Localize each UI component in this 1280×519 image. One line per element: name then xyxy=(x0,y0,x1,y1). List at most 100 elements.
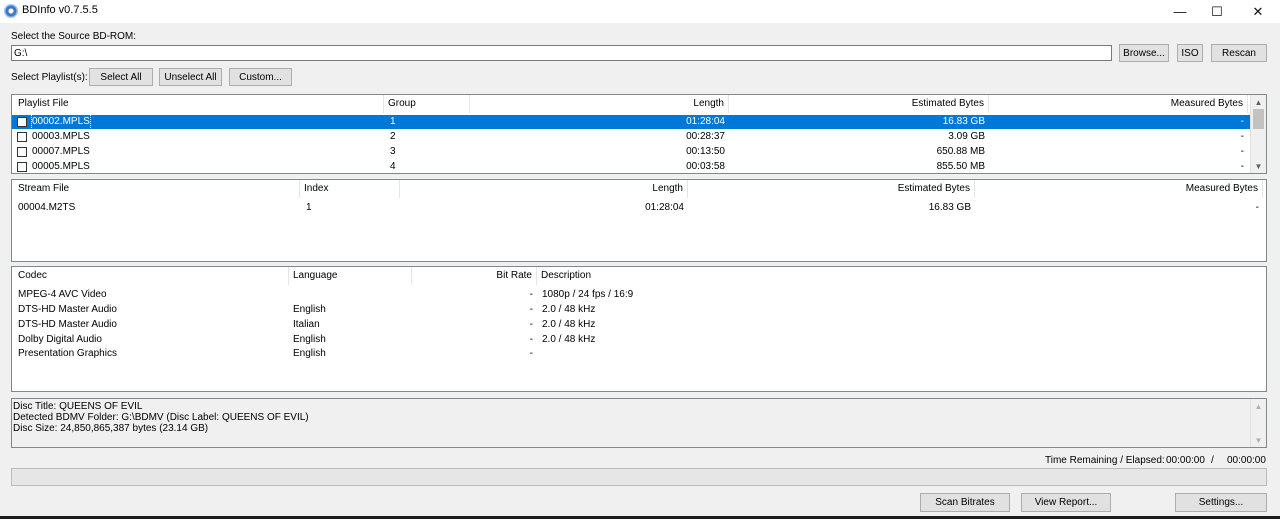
col-description[interactable]: Description xyxy=(537,267,837,285)
time-remaining-label: Time Remaining / Elapsed: xyxy=(1045,455,1165,466)
close-button[interactable]: ✕ xyxy=(1238,0,1278,23)
time-remaining-value: 00:00:00 xyxy=(1166,455,1205,466)
codec-description: 1080p / 24 fps / 16:9 xyxy=(542,289,634,300)
scroll-up-icon[interactable]: ▲ xyxy=(1251,399,1266,413)
disc-info-textarea[interactable]: Disc Title: QUEENS OF EVIL Detected BDMV… xyxy=(11,398,1267,448)
codec-name: MPEG-4 AVC Video xyxy=(18,289,107,300)
playlist-row[interactable]: 00005.MPLS 4 00:03:58 855.50 MB - xyxy=(12,160,1250,173)
codec-bitrate: - xyxy=(529,319,533,330)
info-scrollbar[interactable]: ▲ ▼ xyxy=(1250,399,1266,447)
custom-button[interactable]: Custom... xyxy=(229,68,292,86)
col-length[interactable]: Length xyxy=(470,95,729,113)
playlist-group: 4 xyxy=(390,161,396,172)
stream-index: 1 xyxy=(306,202,312,213)
codec-language: Italian xyxy=(293,319,320,330)
codec-row[interactable]: Presentation Graphics English - xyxy=(12,347,1266,361)
col-group[interactable]: Group xyxy=(384,95,470,113)
playlist-length: 00:03:58 xyxy=(686,161,725,172)
col-stream-measured[interactable]: Measured Bytes xyxy=(975,180,1263,198)
playlist-group: 2 xyxy=(390,131,396,142)
stream-file: 00004.M2TS xyxy=(18,202,76,213)
playlist-length: 00:13:50 xyxy=(686,146,725,157)
codec-bitrate: - xyxy=(529,304,533,315)
codec-name: Dolby Digital Audio xyxy=(18,334,102,345)
playlist-table: Playlist File Group Length Estimated Byt… xyxy=(11,94,1267,174)
col-bit-rate[interactable]: Bit Rate xyxy=(412,267,537,285)
playlist-scrollbar[interactable]: ▲ ▼ xyxy=(1250,95,1266,173)
scan-bitrates-button[interactable]: Scan Bitrates xyxy=(920,493,1010,512)
codec-name: DTS-HD Master Audio xyxy=(18,319,117,330)
stream-estimated: 16.83 GB xyxy=(928,202,971,213)
stream-measured: - xyxy=(1255,202,1259,213)
playlist-row[interactable]: 00007.MPLS 3 00:13:50 650.88 MB - xyxy=(12,145,1250,159)
codec-row[interactable]: Dolby Digital Audio English - 2.0 / 48 k… xyxy=(12,333,1266,347)
playlist-group: 1 xyxy=(390,116,396,127)
app-disc-icon xyxy=(4,4,18,18)
stream-row[interactable]: 00004.M2TS 1 01:28:04 16.83 GB - xyxy=(12,201,1266,215)
playlist-measured: - xyxy=(1240,116,1244,127)
iso-button[interactable]: ISO xyxy=(1177,44,1203,62)
codec-description: 2.0 / 48 kHz xyxy=(542,304,596,315)
window-title: BDInfo v0.7.5.5 xyxy=(22,4,98,16)
scroll-down-icon[interactable]: ▼ xyxy=(1251,159,1266,173)
codec-language: English xyxy=(293,334,326,345)
playlist-file: 00002.MPLS xyxy=(31,114,91,130)
rescan-button[interactable]: Rescan xyxy=(1211,44,1267,62)
stream-length: 01:28:04 xyxy=(645,202,684,213)
col-estimated-bytes[interactable]: Estimated Bytes xyxy=(729,95,989,113)
view-report-button[interactable]: View Report... xyxy=(1021,493,1111,512)
playlist-measured: - xyxy=(1240,131,1244,142)
playlist-estimated: 650.88 MB xyxy=(936,146,985,157)
col-stream-estimated[interactable]: Estimated Bytes xyxy=(688,180,975,198)
playlist-file: 00003.MPLS xyxy=(32,131,90,142)
codec-table: Codec Language Bit Rate Description MPEG… xyxy=(11,266,1267,392)
playlist-estimated: 3.09 GB xyxy=(948,131,985,142)
disc-size-line: Disc Size: 24,850,865,387 bytes (23.14 G… xyxy=(13,423,209,434)
playlist-file: 00007.MPLS xyxy=(32,146,90,157)
col-stream-length[interactable]: Length xyxy=(400,180,688,198)
scan-progress-bar xyxy=(11,468,1267,486)
select-all-button[interactable]: Select All xyxy=(89,68,153,86)
codec-name: DTS-HD Master Audio xyxy=(18,304,117,315)
col-index[interactable]: Index xyxy=(300,180,400,198)
codec-row[interactable]: DTS-HD Master Audio Italian - 2.0 / 48 k… xyxy=(12,318,1266,332)
minimize-button[interactable]: — xyxy=(1160,0,1200,23)
codec-description: 2.0 / 48 kHz xyxy=(542,334,596,345)
playlist-length: 00:28:37 xyxy=(686,131,725,142)
codec-row[interactable]: MPEG-4 AVC Video - 1080p / 24 fps / 16:9 xyxy=(12,288,1266,302)
browse-button[interactable]: Browse... xyxy=(1119,44,1169,62)
time-elapsed-value: 00:00:00 xyxy=(1227,455,1266,466)
scrollbar-thumb[interactable] xyxy=(1253,109,1264,129)
col-language[interactable]: Language xyxy=(289,267,412,285)
maximize-button[interactable]: ☐ xyxy=(1197,0,1237,23)
source-label: Select the Source BD-ROM: xyxy=(11,31,137,42)
playlist-checkbox[interactable] xyxy=(17,117,27,127)
codec-description: 2.0 / 48 kHz xyxy=(542,319,596,330)
scroll-up-icon[interactable]: ▲ xyxy=(1251,95,1266,109)
col-playlist-file[interactable]: Playlist File xyxy=(14,95,384,113)
source-path-input[interactable] xyxy=(11,45,1112,61)
col-codec[interactable]: Codec xyxy=(14,267,289,285)
playlist-estimated: 855.50 MB xyxy=(936,161,985,172)
playlist-checkbox[interactable] xyxy=(17,132,27,142)
settings-button[interactable]: Settings... xyxy=(1175,493,1267,512)
playlist-checkbox[interactable] xyxy=(17,162,27,172)
playlist-row[interactable]: 00003.MPLS 2 00:28:37 3.09 GB - xyxy=(12,130,1250,144)
codec-language: English xyxy=(293,348,326,359)
playlist-measured: - xyxy=(1240,146,1244,157)
playlist-checkbox[interactable] xyxy=(17,147,27,157)
scroll-down-icon[interactable]: ▼ xyxy=(1251,433,1266,447)
time-separator: / xyxy=(1211,455,1214,466)
unselect-all-button[interactable]: Unselect All xyxy=(159,68,222,86)
playlist-file: 00005.MPLS xyxy=(32,161,90,172)
playlist-row[interactable]: 00002.MPLS 1 01:28:04 16.83 GB - xyxy=(12,114,1250,130)
codec-bitrate: - xyxy=(529,334,533,345)
playlist-measured: - xyxy=(1240,161,1244,172)
col-measured-bytes[interactable]: Measured Bytes xyxy=(989,95,1248,113)
codec-bitrate: - xyxy=(529,289,533,300)
col-stream-file[interactable]: Stream File xyxy=(14,180,300,198)
bdmv-folder-line: Detected BDMV Folder: G:\BDMV (Disc Labe… xyxy=(13,412,309,423)
playlist-group: 3 xyxy=(390,146,396,157)
codec-row[interactable]: DTS-HD Master Audio English - 2.0 / 48 k… xyxy=(12,303,1266,317)
title-bar: BDInfo v0.7.5.5 — ☐ ✕ xyxy=(0,0,1280,23)
